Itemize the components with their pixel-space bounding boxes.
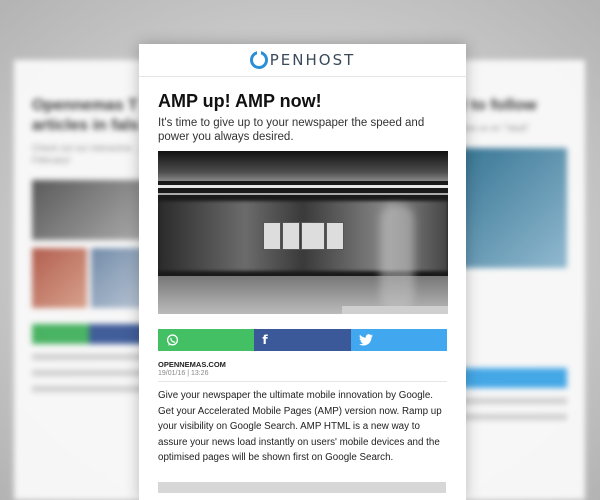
share-whatsapp-button[interactable] xyxy=(158,329,255,351)
twitter-icon xyxy=(358,334,373,346)
background-left-thumbnails xyxy=(32,248,146,308)
article-hero-image xyxy=(158,151,448,314)
share-twitter-button[interactable] xyxy=(350,329,447,351)
logo-text: PENHOST xyxy=(269,51,356,69)
facebook-icon: f xyxy=(262,333,268,347)
background-left-share-bar xyxy=(32,324,146,344)
background-left-text-line xyxy=(32,370,146,376)
site-logo[interactable]: PENHOST xyxy=(249,50,356,69)
logo-power-icon xyxy=(249,50,268,69)
site-header: PENHOST xyxy=(139,44,466,77)
whatsapp-icon xyxy=(166,333,179,346)
share-bar: f xyxy=(158,329,447,351)
share-facebook-button[interactable]: f xyxy=(254,329,351,351)
article-body: Give your newspaper the ultimate mobile … xyxy=(158,390,442,463)
footer-placeholder-bar xyxy=(158,482,446,493)
background-left-text-line xyxy=(32,386,146,392)
background-right-image xyxy=(453,148,567,268)
divider xyxy=(158,381,447,382)
article-card: PENHOST AMP up! AMP now! It's time to gi… xyxy=(139,44,466,500)
article-subtitle: It's time to give up to your newspaper t… xyxy=(158,117,425,143)
background-right-share-bar xyxy=(453,368,567,388)
background-left-image xyxy=(32,180,146,240)
image-caption-bar xyxy=(342,306,448,314)
background-right-text-line xyxy=(453,414,567,420)
article-title: AMP up! AMP now! xyxy=(158,91,322,111)
background-left-text-line xyxy=(32,354,146,360)
background-right-text-line xyxy=(453,398,567,404)
article-date: 19/01/16 | 13:26 xyxy=(158,370,209,377)
article-source[interactable]: OPENNEMAS.COM xyxy=(158,360,447,369)
